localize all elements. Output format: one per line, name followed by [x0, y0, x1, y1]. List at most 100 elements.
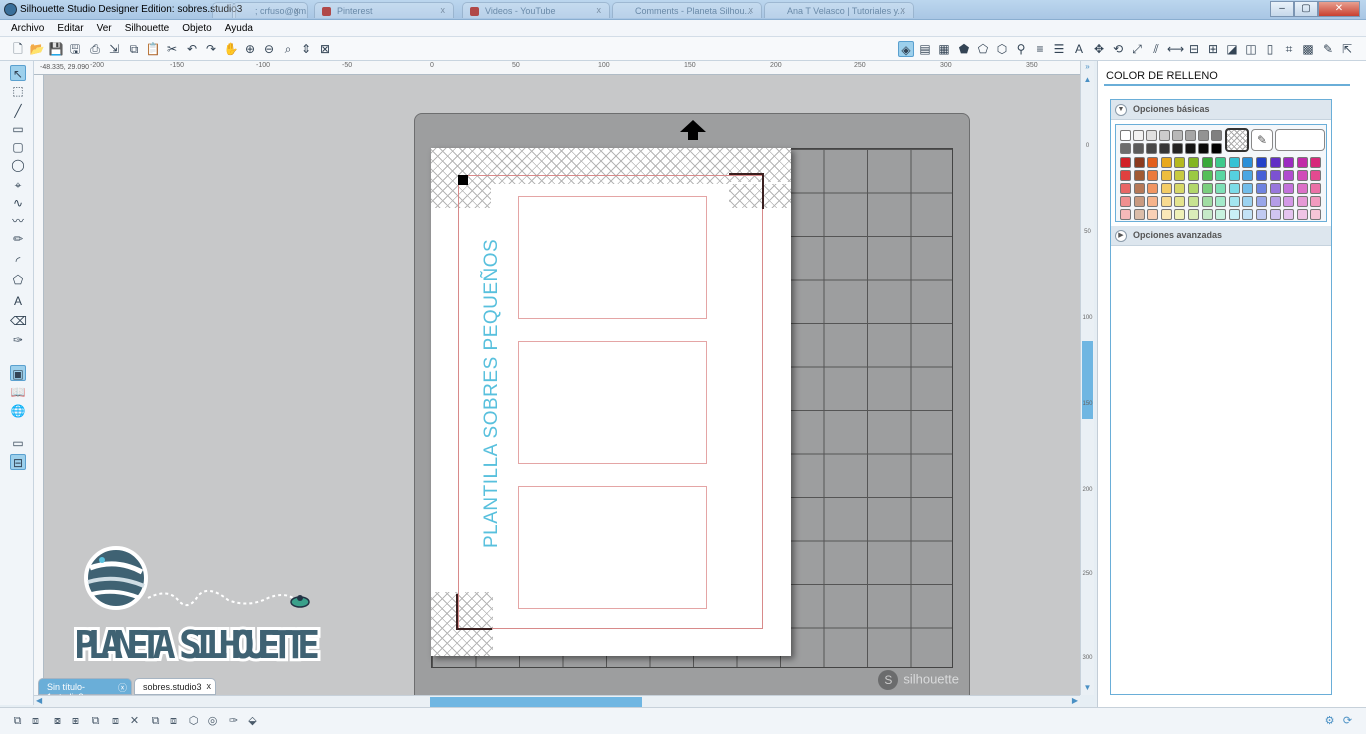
color-swatch-gray[interactable] — [1133, 143, 1144, 154]
envelope-slot-2[interactable] — [518, 341, 707, 464]
mirror-icon[interactable]: ⟷ — [1167, 41, 1184, 57]
line-options-icon[interactable]: ☰ — [1051, 41, 1067, 57]
color-swatch-gray[interactable] — [1133, 130, 1144, 141]
browser-tab-tutoriales[interactable]: Ana T Velasco | Tutoriales y... x — [764, 2, 914, 18]
copy-icon[interactable]: ⧉ — [126, 41, 142, 57]
line-color-icon[interactable]: ⬟ — [956, 41, 972, 57]
pencil-tool-icon[interactable]: ✏ — [10, 231, 26, 247]
color-swatch[interactable] — [1120, 196, 1131, 207]
zoom-out-icon[interactable]: ⊖ — [261, 41, 277, 57]
text-style-icon[interactable]: A — [1071, 41, 1087, 57]
fill-color-icon[interactable]: ◈ — [898, 41, 914, 57]
library-view-icon[interactable]: 📖 — [10, 384, 26, 400]
color-swatch[interactable] — [1228, 157, 1240, 168]
offset-icon[interactable]: ⚲ — [1013, 41, 1029, 57]
color-swatch[interactable] — [1283, 157, 1295, 168]
scroll-up-arrow-icon[interactable]: ▲ — [1082, 75, 1093, 84]
arc-tool-icon[interactable]: ◜ — [10, 253, 26, 269]
browser-tab-pinterest[interactable]: Pinterest x — [314, 2, 454, 18]
color-swatch[interactable] — [1228, 170, 1240, 181]
pan-hand-icon[interactable]: ✋ — [223, 41, 239, 57]
color-swatch[interactable] — [1133, 209, 1145, 220]
delete-icon[interactable]: ✕ — [127, 714, 142, 729]
color-swatch[interactable] — [1256, 157, 1267, 168]
color-swatch-gray[interactable] — [1120, 143, 1131, 154]
color-swatch[interactable] — [1188, 157, 1199, 168]
drag-zoom-icon[interactable]: ⇕ — [298, 41, 314, 57]
color-swatch[interactable] — [1215, 170, 1227, 181]
color-swatch[interactable] — [1188, 170, 1199, 181]
group-icon[interactable]: ⧉ — [10, 714, 25, 729]
trace-icon[interactable]: ◫ — [1243, 41, 1259, 57]
color-swatch[interactable] — [1174, 196, 1186, 207]
color-swatch[interactable] — [1242, 170, 1254, 181]
eraser-tool-icon[interactable]: ⌫ — [10, 313, 27, 329]
bring-front-icon[interactable]: ⧉ — [88, 714, 103, 729]
color-swatch[interactable] — [1215, 209, 1227, 220]
undo-icon[interactable]: ↶ — [184, 41, 200, 57]
color-swatch[interactable] — [1296, 157, 1308, 168]
basic-options-header[interactable]: ▼ Opciones básicas — [1111, 100, 1331, 120]
color-swatch[interactable] — [1296, 183, 1308, 194]
color-swatch[interactable] — [1215, 183, 1227, 194]
color-swatch[interactable] — [1188, 196, 1199, 207]
color-swatch[interactable] — [1296, 170, 1308, 181]
color-swatch[interactable] — [1174, 170, 1186, 181]
color-swatch[interactable] — [1215, 196, 1227, 207]
design-workspace[interactable]: -48.335, 29.090 -200 -150 -100 -50 0 50 … — [34, 61, 1080, 695]
color-swatch[interactable] — [1188, 183, 1199, 194]
color-swatch[interactable] — [1160, 183, 1172, 194]
color-swatch[interactable] — [1310, 196, 1322, 207]
point-edit-icon[interactable]: ⬚ — [10, 83, 26, 99]
browser-tab-gmail[interactable]: ; crfuso@gm... x — [232, 2, 308, 18]
scroll-down-arrow-icon[interactable]: ▼ — [1082, 683, 1093, 692]
rounded-rect-tool-icon[interactable]: ▢ — [10, 139, 26, 155]
color-swatch-gray[interactable] — [1146, 143, 1157, 154]
send-to-silhouette-icon[interactable]: ⇲ — [106, 41, 122, 57]
color-swatch[interactable] — [1296, 196, 1308, 207]
horizontal-scrollbar[interactable]: ◀ ▶ — [34, 695, 1080, 707]
align-icon[interactable]: ⊟ — [1186, 41, 1202, 57]
online-store-icon[interactable]: 🌐 — [10, 403, 26, 419]
color-swatch[interactable] — [1201, 183, 1213, 194]
color-swatch-gray[interactable] — [1146, 130, 1157, 141]
color-swatch[interactable] — [1256, 196, 1267, 207]
knife-bottom-icon[interactable]: ✑ — [226, 714, 241, 729]
new-file-icon[interactable]: 🗋 — [10, 41, 26, 57]
color-swatch-gray[interactable] — [1185, 130, 1196, 141]
color-swatch[interactable] — [1283, 183, 1295, 194]
color-swatch[interactable] — [1310, 183, 1322, 194]
weld-icon[interactable]: ⧉ — [148, 714, 163, 729]
color-swatch[interactable] — [1201, 196, 1213, 207]
color-swatch[interactable] — [1269, 183, 1281, 194]
color-swatch[interactable] — [1120, 157, 1131, 168]
color-swatch[interactable] — [1160, 170, 1172, 181]
color-swatch[interactable] — [1310, 209, 1322, 220]
color-swatch[interactable] — [1269, 209, 1281, 220]
color-swatch[interactable] — [1201, 170, 1213, 181]
page-setup-icon[interactable]: ▯ — [1262, 41, 1278, 57]
make-compound-icon[interactable]: ⧇ — [50, 714, 65, 729]
color-swatch[interactable] — [1147, 183, 1159, 194]
cut-settings-icon[interactable]: ✎ — [1320, 41, 1336, 57]
trace-bottom-icon[interactable]: ◎ — [205, 714, 220, 729]
redo-icon[interactable]: ↷ — [203, 41, 219, 57]
text-tool-icon[interactable]: A — [10, 293, 26, 309]
fit-to-page-icon[interactable]: ⊠ — [317, 41, 333, 57]
color-swatch[interactable] — [1256, 209, 1267, 220]
panel-layout-icon[interactable]: ▭ — [10, 435, 26, 451]
color-swatch[interactable] — [1283, 209, 1295, 220]
save-icon[interactable]: 💾 — [48, 41, 64, 57]
color-swatch[interactable] — [1133, 170, 1145, 181]
color-swatch[interactable] — [1269, 196, 1281, 207]
minimize-button[interactable]: – — [1270, 1, 1294, 17]
color-swatch[interactable] — [1147, 209, 1159, 220]
color-swatch[interactable] — [1133, 183, 1145, 194]
color-swatch[interactable] — [1242, 157, 1254, 168]
select-arrow-icon[interactable]: ↖ — [10, 65, 26, 81]
transform-icon[interactable]: ✥ — [1091, 41, 1107, 57]
close-tab-icon[interactable]: x — [207, 681, 212, 691]
zoom-in-icon[interactable]: ⊕ — [242, 41, 258, 57]
color-swatch-gray[interactable] — [1211, 130, 1222, 141]
color-swatch[interactable] — [1256, 183, 1267, 194]
